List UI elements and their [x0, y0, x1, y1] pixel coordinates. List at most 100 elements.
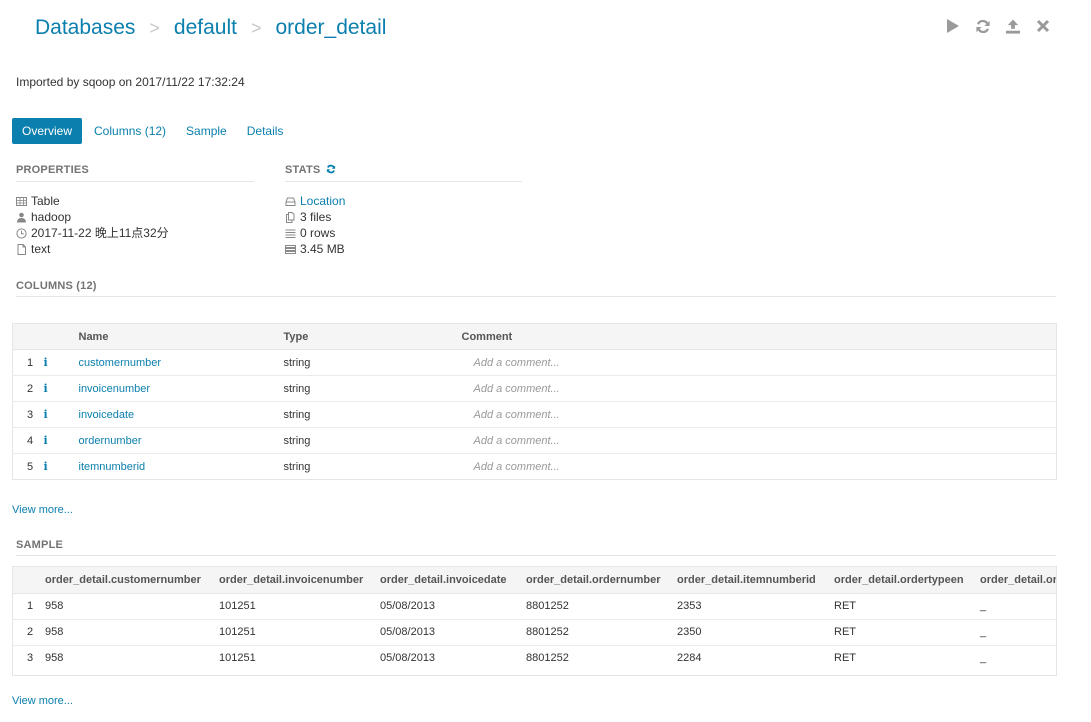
sample-header-num [13, 567, 44, 594]
col-header-type[interactable]: Type [283, 323, 462, 350]
property-format-text: text [31, 242, 51, 256]
sample-cell: 101251 [218, 593, 379, 620]
col-header-info [43, 323, 79, 350]
comment-field[interactable]: Add a comment... [474, 435, 560, 447]
close-icon[interactable] [1035, 17, 1051, 35]
column-type: string [283, 375, 462, 402]
breadcrumb-default[interactable]: default [174, 16, 237, 39]
row-number: 5 [27, 460, 34, 473]
breadcrumb-separator: > [250, 18, 262, 38]
list-icon [285, 228, 296, 239]
comment-field[interactable]: Add a comment... [474, 357, 560, 369]
upload-icon[interactable] [1005, 17, 1021, 35]
comment-field[interactable]: Add a comment... [474, 409, 560, 421]
info-icon[interactable]: i [43, 401, 79, 428]
table-row: 2 958 101251 05/08/2013 8801252 2350 RET… [13, 619, 1056, 646]
sample-cell: 05/08/2013 [380, 652, 436, 665]
breadcrumb-order-detail[interactable]: order_detail [276, 16, 387, 39]
row-number: 1 [13, 593, 44, 620]
sample-header-col[interactable]: order_detail.itemnumberid [676, 567, 833, 594]
col-header-name[interactable]: Name [78, 323, 284, 350]
user-icon [16, 212, 27, 223]
sample-table: order_detail.customernumber order_detail… [13, 567, 1056, 671]
stats-files: 3 files [285, 209, 345, 225]
play-icon[interactable] [945, 17, 961, 35]
comment-field[interactable]: Add a comment... [474, 461, 560, 473]
divider [16, 181, 254, 182]
refresh-stats-icon[interactable] [326, 164, 336, 177]
property-owner: hadoop [16, 209, 169, 225]
sample-header-col[interactable]: order_detail.ordertypeen [833, 567, 979, 594]
sample-cell: RET [833, 593, 979, 620]
tab-overview[interactable]: Overview [12, 118, 83, 144]
sample-cell: 958 [45, 652, 64, 665]
divider [16, 555, 1056, 556]
row-number: 3 [27, 652, 34, 665]
sample-cell: 2284 [677, 652, 702, 665]
sample-title: SAMPLE [16, 539, 64, 551]
info-icon[interactable]: i [43, 427, 79, 454]
stats-rows-text: 0 rows [300, 226, 336, 240]
col-header-num [12, 323, 44, 350]
tab-sample[interactable]: Sample [176, 118, 237, 144]
info-icon[interactable]: i [44, 454, 79, 480]
sample-cell: 2353 [676, 593, 833, 620]
stats-title: STATS [285, 164, 336, 177]
column-type: string [283, 460, 311, 473]
sample-cell: 958 [44, 593, 218, 620]
sample-cell: _ [980, 652, 987, 665]
sample-view-more-link[interactable]: View more... [12, 695, 73, 707]
info-icon[interactable]: i [43, 375, 79, 402]
column-name-link[interactable]: ordernumber [79, 435, 142, 447]
divider [16, 296, 1056, 297]
stats-rows: 0 rows [285, 225, 345, 241]
row-number: 4 [12, 427, 44, 454]
comment-field[interactable]: Add a comment... [474, 383, 560, 395]
tab-columns[interactable]: Columns (12) [84, 118, 176, 144]
column-name-link[interactable]: customernumber [79, 357, 162, 369]
sample-header-col[interactable]: order_detail.invoicenumber [218, 567, 379, 594]
tab-bar: Overview Columns (12) Sample Details [12, 118, 293, 144]
col-header-comment[interactable]: Comment [461, 323, 1057, 350]
sample-cell: 958 [44, 619, 218, 646]
stats-list: Location 3 files 0 rows 3.45 MB [285, 193, 345, 257]
location-link[interactable]: Location [300, 193, 345, 209]
sample-cell: 2350 [676, 619, 833, 646]
toolbar [945, 17, 1051, 35]
breadcrumb-databases[interactable]: Databases [35, 16, 135, 39]
sample-header-col[interactable]: order_detail.ordernumber [525, 567, 676, 594]
columns-view-more-link[interactable]: View more... [12, 504, 73, 516]
sample-header-col[interactable]: order_detail.or [979, 567, 1056, 594]
sample-cell: RET [833, 619, 979, 646]
files-icon [285, 211, 296, 223]
tasks-icon [285, 244, 296, 255]
columns-table: Name Type Comment 1 i customernumber str… [12, 323, 1057, 480]
stats-location[interactable]: Location [285, 193, 345, 209]
column-name-link[interactable]: invoicedate [79, 409, 135, 421]
property-created-text: 2017-11-22 晚上11点32分 [31, 226, 169, 240]
table-row: 1 i customernumber string Add a comment.… [12, 349, 1057, 376]
breadcrumb-separator: > [149, 18, 160, 38]
row-number: 1 [12, 349, 44, 376]
sample-header-col[interactable]: order_detail.customernumber [44, 567, 218, 594]
sample-cell: 05/08/2013 [379, 593, 525, 620]
property-type: Table [16, 193, 169, 209]
properties-title: PROPERTIES [16, 164, 89, 176]
tab-details[interactable]: Details [237, 118, 294, 144]
sample-cell: 8801252 [526, 652, 569, 665]
refresh-icon[interactable] [975, 17, 991, 35]
table-row: 1 958 101251 05/08/2013 8801252 2353 RET… [13, 593, 1056, 620]
imported-info: Imported by sqoop on 2017/11/22 17:32:24 [16, 75, 245, 89]
row-number: 3 [12, 401, 44, 428]
sample-table-container[interactable]: order_detail.customernumber order_detail… [12, 566, 1057, 676]
row-number: 2 [13, 619, 44, 646]
column-name-link[interactable]: invoicenumber [79, 383, 151, 395]
file-icon [16, 243, 27, 255]
column-name-link[interactable]: itemnumberid [79, 461, 146, 473]
info-icon[interactable]: i [43, 349, 79, 376]
sample-cell: RET [834, 652, 856, 665]
sample-header-col[interactable]: order_detail.invoicedate [379, 567, 525, 594]
divider [285, 181, 522, 182]
hdd-icon [285, 196, 296, 207]
table-row: 5 i itemnumberid string Add a comment... [13, 454, 1057, 480]
